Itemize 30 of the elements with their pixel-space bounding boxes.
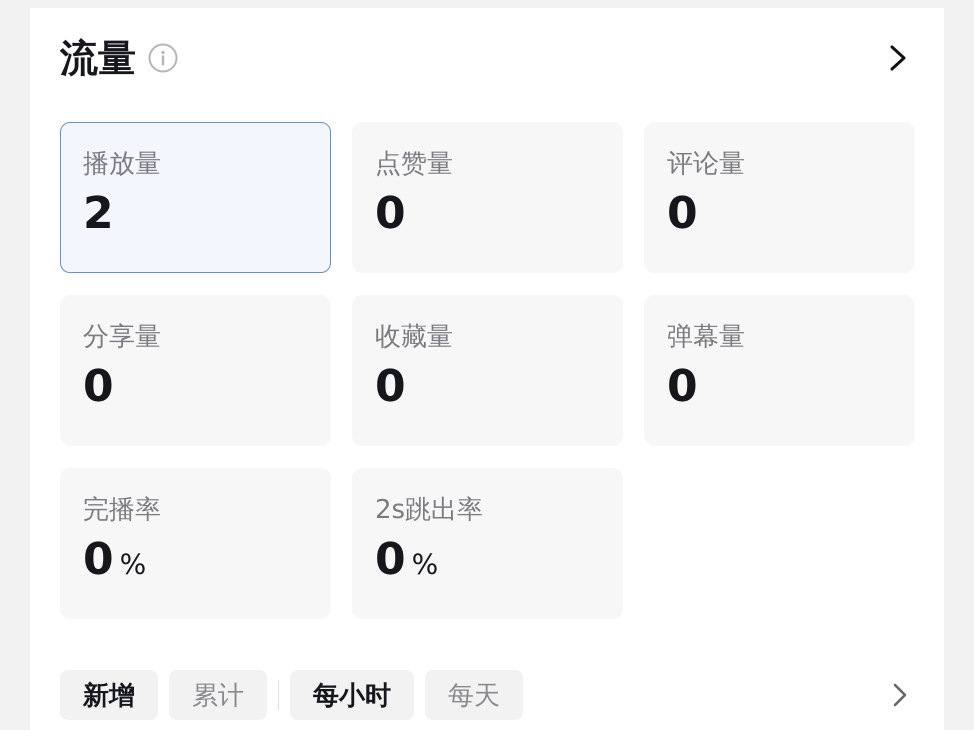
metric-value: 0 (667, 362, 698, 412)
metric-value: 0 (83, 535, 114, 585)
chevron-right-icon[interactable] (890, 45, 906, 71)
metric-card[interactable]: 分享量 0 (60, 295, 331, 446)
filter-tab[interactable]: 每小时 (290, 670, 414, 720)
metric-label: 分享量 (83, 321, 161, 354)
metric-value: 0 (83, 362, 114, 412)
filter-tab[interactable]: 新增 (60, 670, 158, 720)
metric-card[interactable]: 评论量 0 (644, 122, 915, 273)
metric-value: 2 (83, 189, 114, 239)
metric-unit: % (412, 548, 438, 582)
metric-card[interactable]: 点赞量 0 (352, 122, 623, 273)
metric-label: 2s跳出率 (375, 494, 484, 527)
metric-card[interactable]: 完播率 0% (60, 468, 331, 619)
metric-value: 0 (375, 535, 406, 585)
metric-card[interactable]: 弹幕量 0 (644, 295, 915, 446)
metric-unit: % (120, 548, 146, 582)
metric-card[interactable]: 播放量 2 (60, 122, 331, 273)
metric-label: 完播率 (83, 494, 161, 527)
metric-card[interactable]: 2s跳出率 0% (352, 468, 623, 619)
metric-label: 评论量 (667, 148, 745, 181)
metric-value: 0 (375, 189, 406, 239)
metric-label: 弹幕量 (667, 321, 745, 354)
metric-label: 点赞量 (375, 148, 453, 181)
metric-label: 收藏量 (375, 321, 453, 354)
section-title: 流量 (60, 35, 136, 82)
metric-card[interactable]: 收藏量 0 (352, 295, 623, 446)
metric-value: 0 (667, 189, 698, 239)
metric-label: 播放量 (83, 148, 161, 181)
metric-value: 0 (375, 362, 406, 412)
